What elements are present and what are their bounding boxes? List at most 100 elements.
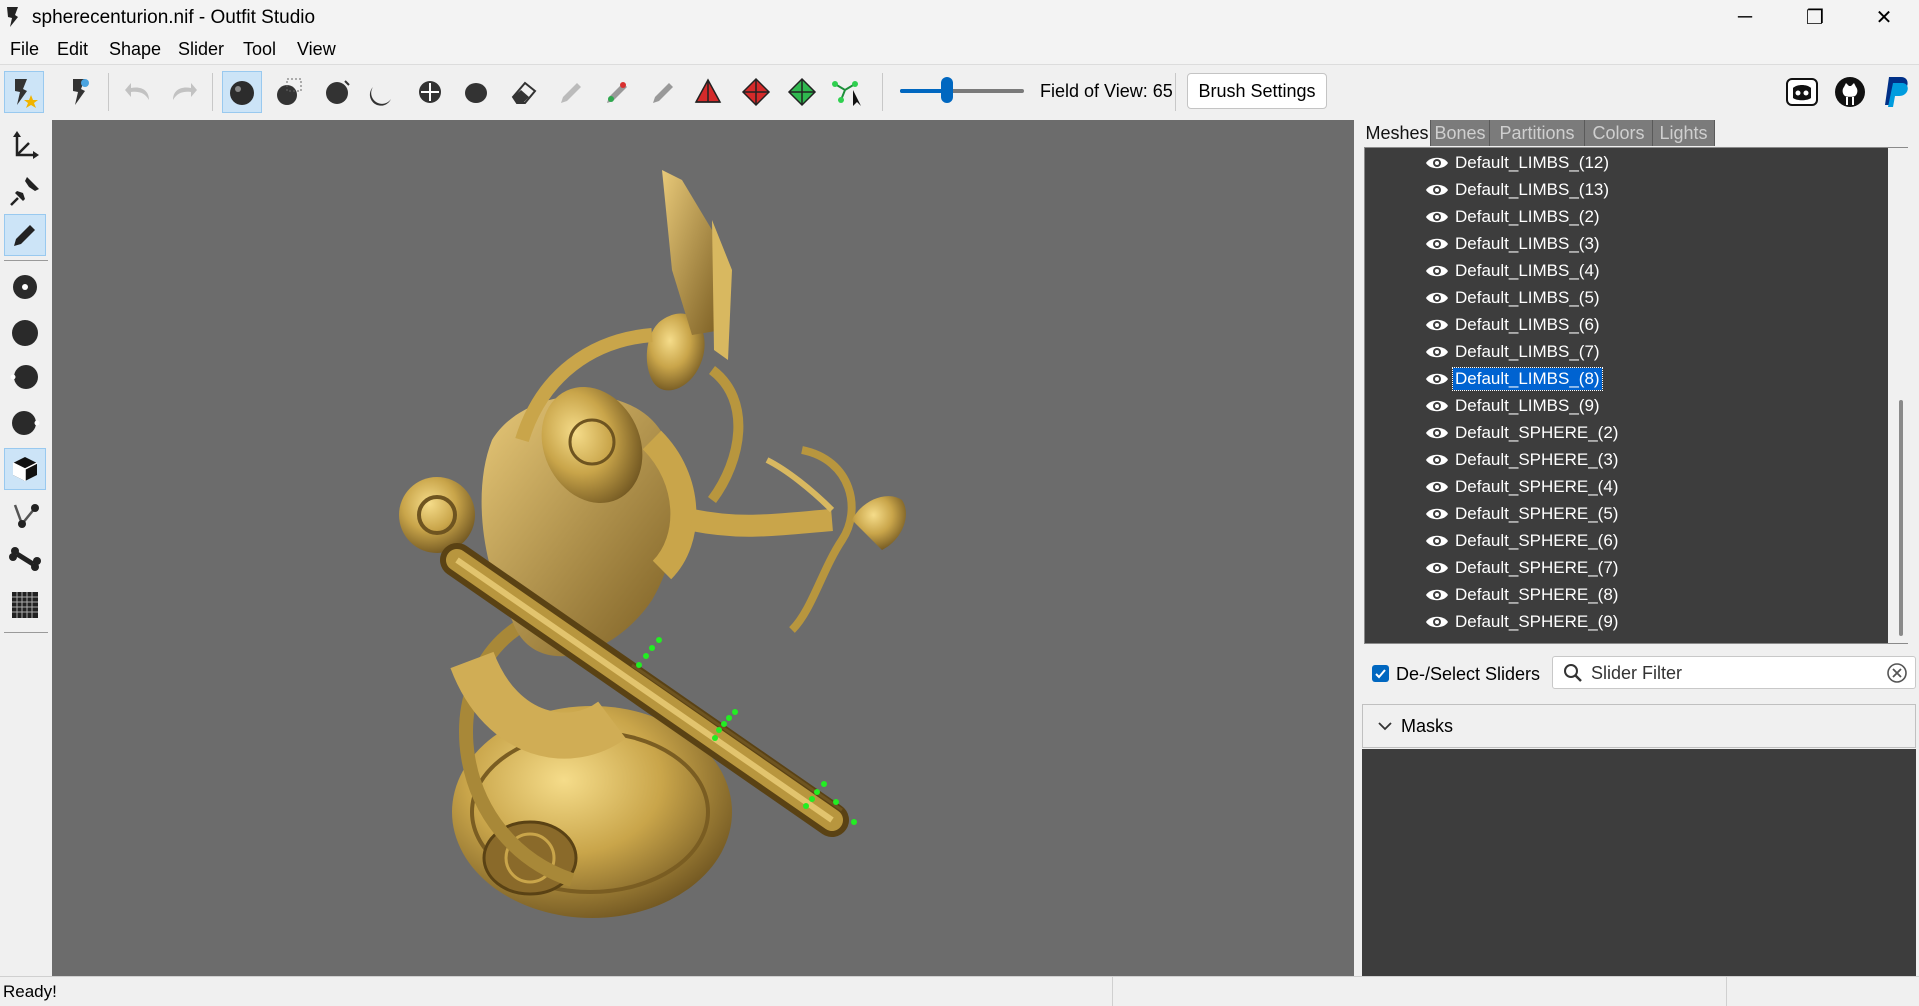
- eye-icon[interactable]: [1425, 182, 1449, 198]
- mesh-list-item[interactable]: Default_SPHERE_(7): [1425, 555, 1620, 581]
- mesh-list-item[interactable]: Default_LIMBS_(5): [1425, 285, 1602, 311]
- cube-tool-button[interactable]: [4, 448, 46, 490]
- slider-filter-input[interactable]: [1589, 657, 1873, 690]
- inflate-brush-button[interactable]: [318, 71, 358, 113]
- eye-icon[interactable]: [1425, 155, 1449, 171]
- menu-edit[interactable]: Edit: [57, 39, 88, 60]
- redo-button[interactable]: [164, 71, 204, 113]
- mesh-list-item[interactable]: Default_LIMBS_(7): [1425, 339, 1602, 365]
- mesh-label: Default_LIMBS_(9): [1455, 396, 1600, 415]
- mesh-list-item[interactable]: Default_SPHERE_(6): [1425, 528, 1620, 554]
- fov-slider[interactable]: [900, 77, 1024, 103]
- clear-filter-icon[interactable]: [1887, 663, 1907, 683]
- fov-slider-thumb[interactable]: [941, 77, 954, 103]
- mesh-list-item[interactable]: Default_SPHERE_(2): [1425, 420, 1620, 446]
- tab-meshes[interactable]: Meshes: [1364, 120, 1431, 146]
- mesh-list-scroll-thumb[interactable]: [1899, 400, 1903, 636]
- menu-view[interactable]: View: [297, 39, 336, 60]
- mesh-list-item[interactable]: Default_LIMBS_(2): [1425, 204, 1602, 230]
- undo-button[interactable]: [118, 71, 158, 113]
- color-brush-button[interactable]: [596, 71, 636, 113]
- sphere-left-tool-button[interactable]: [4, 356, 46, 398]
- eye-icon[interactable]: [1425, 398, 1449, 414]
- mesh-list-item[interactable]: Default_SPHERE_(4): [1425, 474, 1620, 500]
- mesh-list-item[interactable]: Default_LIMBS_(3): [1425, 231, 1602, 257]
- transform-tool-button[interactable]: [4, 124, 46, 166]
- mesh-list-item[interactable]: Default_LIMBS_(6): [1425, 312, 1602, 338]
- fov-slider-fill: [900, 89, 948, 93]
- weight-brush-button[interactable]: [550, 71, 590, 113]
- eye-icon[interactable]: [1425, 371, 1449, 387]
- mesh-list-item[interactable]: Default_SPHERE_(3): [1425, 447, 1620, 473]
- alpha-brush-button[interactable]: [642, 71, 682, 113]
- smooth-brush-button[interactable]: [456, 71, 496, 113]
- eye-icon[interactable]: [1425, 452, 1449, 468]
- eye-icon[interactable]: [1425, 506, 1449, 522]
- eye-icon[interactable]: [1425, 344, 1449, 360]
- 3d-viewport[interactable]: [52, 120, 1354, 976]
- eye-icon[interactable]: [1425, 533, 1449, 549]
- deselect-sliders-checkbox[interactable]: [1372, 665, 1389, 682]
- mesh-list-item[interactable]: Default_LIMBS_(4): [1425, 258, 1602, 284]
- undo-icon: [125, 83, 149, 100]
- sphere-right-tool-button[interactable]: [4, 402, 46, 444]
- deselect-sliders-label[interactable]: De-/Select Sliders: [1396, 664, 1540, 685]
- mesh-list-item[interactable]: Default_LIMBS_(9): [1425, 393, 1602, 419]
- select-brush-button[interactable]: [222, 71, 262, 113]
- sphere-tool-button[interactable]: [4, 312, 46, 354]
- move-brush-button[interactable]: [410, 71, 450, 113]
- vertex-select-tool-button[interactable]: [4, 266, 46, 308]
- minimize-button[interactable]: ─: [1710, 0, 1780, 34]
- discord-button[interactable]: [1782, 71, 1822, 113]
- mesh-list[interactable]: Default_LIMBS_(12) Default_LIMBS_(13) Defa…: [1364, 147, 1908, 644]
- tab-colors[interactable]: Colors: [1585, 120, 1653, 146]
- eye-icon[interactable]: [1425, 587, 1449, 603]
- tab-partitions[interactable]: Partitions: [1490, 120, 1585, 146]
- eye-icon[interactable]: [1425, 614, 1449, 630]
- slider-list-area[interactable]: [1362, 749, 1916, 976]
- mesh-list-item[interactable]: Default_LIMBS_(13): [1425, 177, 1611, 203]
- pivot-tool-button[interactable]: [4, 170, 46, 212]
- masks-group[interactable]: Masks: [1362, 704, 1916, 748]
- eye-icon[interactable]: [1425, 425, 1449, 441]
- mesh-list-item[interactable]: Default_SPHERE_(8): [1425, 582, 1620, 608]
- edge-tool-button[interactable]: [4, 494, 46, 536]
- tab-lights[interactable]: Lights: [1653, 120, 1715, 146]
- eye-icon[interactable]: [1425, 209, 1449, 225]
- grid-tool-button[interactable]: [4, 584, 46, 626]
- transform-button[interactable]: [688, 71, 728, 113]
- eye-icon[interactable]: [1425, 263, 1449, 279]
- eye-icon[interactable]: [1425, 290, 1449, 306]
- transform-tool-icon: [13, 131, 39, 159]
- pencil-tool-button[interactable]: [4, 214, 46, 256]
- menu-tool[interactable]: Tool: [243, 39, 276, 60]
- restore-button[interactable]: ❐: [1780, 0, 1850, 34]
- vertex-select-button[interactable]: [782, 71, 822, 113]
- mesh-list-scrollbar[interactable]: [1888, 148, 1914, 643]
- eye-icon[interactable]: [1425, 479, 1449, 495]
- mesh-list-item[interactable]: Default_LIMBS_(8): [1425, 366, 1603, 392]
- close-button[interactable]: ✕: [1849, 0, 1919, 34]
- mask-rect-button[interactable]: [270, 71, 310, 113]
- mesh-list-item[interactable]: Default_SPHERE_(9): [1425, 609, 1620, 635]
- menu-slider[interactable]: Slider: [178, 39, 224, 60]
- brush-settings-button[interactable]: Brush Settings: [1187, 73, 1327, 109]
- menu-shape[interactable]: Shape: [109, 39, 161, 60]
- eye-icon[interactable]: [1425, 560, 1449, 576]
- skeleton-button[interactable]: [60, 71, 100, 113]
- github-button[interactable]: [1830, 71, 1870, 113]
- menu-file[interactable]: File: [10, 39, 39, 60]
- deflate-brush-button[interactable]: [362, 71, 402, 113]
- tab-bones[interactable]: Bones: [1431, 120, 1490, 146]
- eraser-button[interactable]: [504, 71, 544, 113]
- mesh-list-item[interactable]: Default_LIMBS_(12): [1425, 150, 1611, 176]
- pivot-button[interactable]: [736, 71, 776, 113]
- bone-tool-button[interactable]: [4, 538, 46, 580]
- vertex-edit-button[interactable]: [828, 71, 868, 113]
- mesh-list-item[interactable]: Default_SPHERE_(5): [1425, 501, 1620, 527]
- paypal-button[interactable]: [1876, 71, 1916, 113]
- outfit-star-icon: [15, 79, 38, 108]
- outfit-star-button[interactable]: [4, 71, 44, 113]
- eye-icon[interactable]: [1425, 236, 1449, 252]
- eye-icon[interactable]: [1425, 317, 1449, 333]
